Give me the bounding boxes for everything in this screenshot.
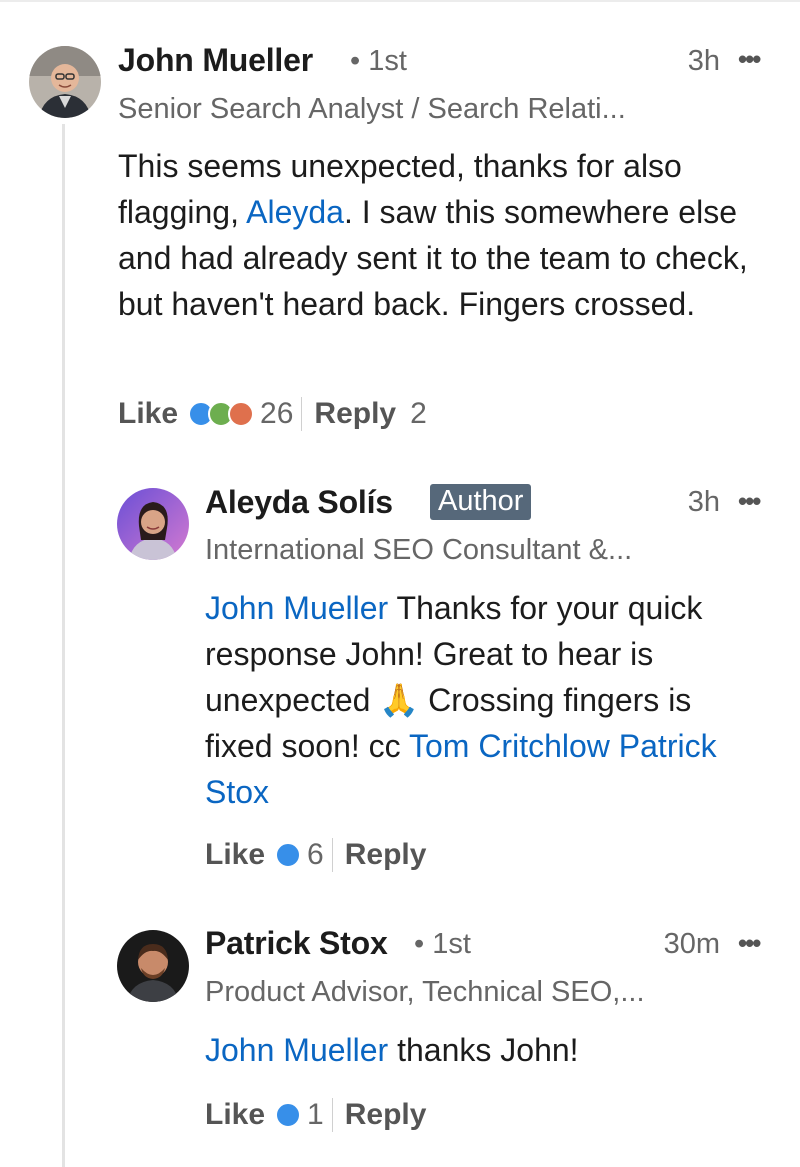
mention-link[interactable]: John Mueller	[205, 590, 388, 626]
action-divider	[301, 397, 303, 431]
reply-count[interactable]: 2	[410, 397, 427, 431]
comment-text	[610, 728, 619, 764]
like-button[interactable]: Like	[205, 1098, 265, 1132]
comment-time: 3h	[687, 45, 720, 77]
comment-body: John Mueller Thanks for your quick respo…	[205, 585, 765, 815]
like-reaction-icon	[275, 842, 302, 868]
thread-line	[62, 124, 65, 1167]
like-reaction-icon	[275, 1102, 302, 1128]
author-headline: Product Advisor, Technical SEO,...	[205, 976, 645, 1008]
reaction-summary[interactable]	[275, 1102, 302, 1128]
comment-actions: Like 26 Reply 2	[118, 392, 427, 436]
avatar-john-mueller[interactable]	[29, 46, 101, 118]
like-button[interactable]: Like	[205, 838, 265, 872]
reaction-summary[interactable]	[188, 401, 255, 427]
comment-body: John Mueller thanks John!	[205, 1027, 765, 1073]
more-options-icon[interactable]: •••	[738, 44, 761, 75]
more-options-icon[interactable]: •••	[738, 486, 761, 517]
author-headline: International SEO Consultant &...	[205, 534, 633, 566]
comment-actions: Like 1 Reply	[205, 1093, 426, 1137]
connection-degree: • 1st	[414, 928, 471, 960]
comment-author[interactable]: John Mueller	[118, 42, 313, 79]
like-count[interactable]: 6	[307, 838, 324, 872]
comment-author[interactable]: Patrick Stox	[205, 925, 388, 962]
action-divider	[331, 1098, 333, 1132]
avatar-aleyda-solis[interactable]	[117, 488, 189, 560]
reaction-summary[interactable]	[275, 842, 302, 868]
reply-button[interactable]: Reply	[345, 838, 427, 872]
reply-button[interactable]: Reply	[314, 397, 396, 431]
reply-button[interactable]: Reply	[345, 1098, 427, 1132]
like-button[interactable]: Like	[118, 397, 178, 431]
comment-text: thanks John!	[388, 1032, 579, 1068]
connection-degree: • 1st	[350, 45, 407, 77]
comment-time: 30m	[663, 928, 720, 960]
author-badge: Author	[430, 484, 532, 520]
comment-author[interactable]: Aleyda Solís	[205, 484, 393, 521]
like-count[interactable]: 26	[260, 397, 293, 431]
comment-body: This seems unexpected, thanks for also f…	[118, 143, 788, 327]
love-reaction-icon	[228, 401, 255, 427]
top-divider	[0, 0, 800, 2]
author-headline: Senior Search Analyst / Search Relati...	[118, 93, 626, 125]
avatar-patrick-stox[interactable]	[117, 930, 189, 1002]
mention-link[interactable]: Tom Critchlow	[409, 728, 610, 764]
mention-link[interactable]: Aleyda	[246, 194, 344, 230]
comment-time: 3h	[687, 486, 720, 518]
mention-link[interactable]: John Mueller	[205, 1032, 388, 1068]
more-options-icon[interactable]: •••	[738, 928, 761, 959]
action-divider	[331, 838, 333, 872]
like-count[interactable]: 1	[307, 1098, 324, 1132]
comment-actions: Like 6 Reply	[205, 833, 426, 877]
